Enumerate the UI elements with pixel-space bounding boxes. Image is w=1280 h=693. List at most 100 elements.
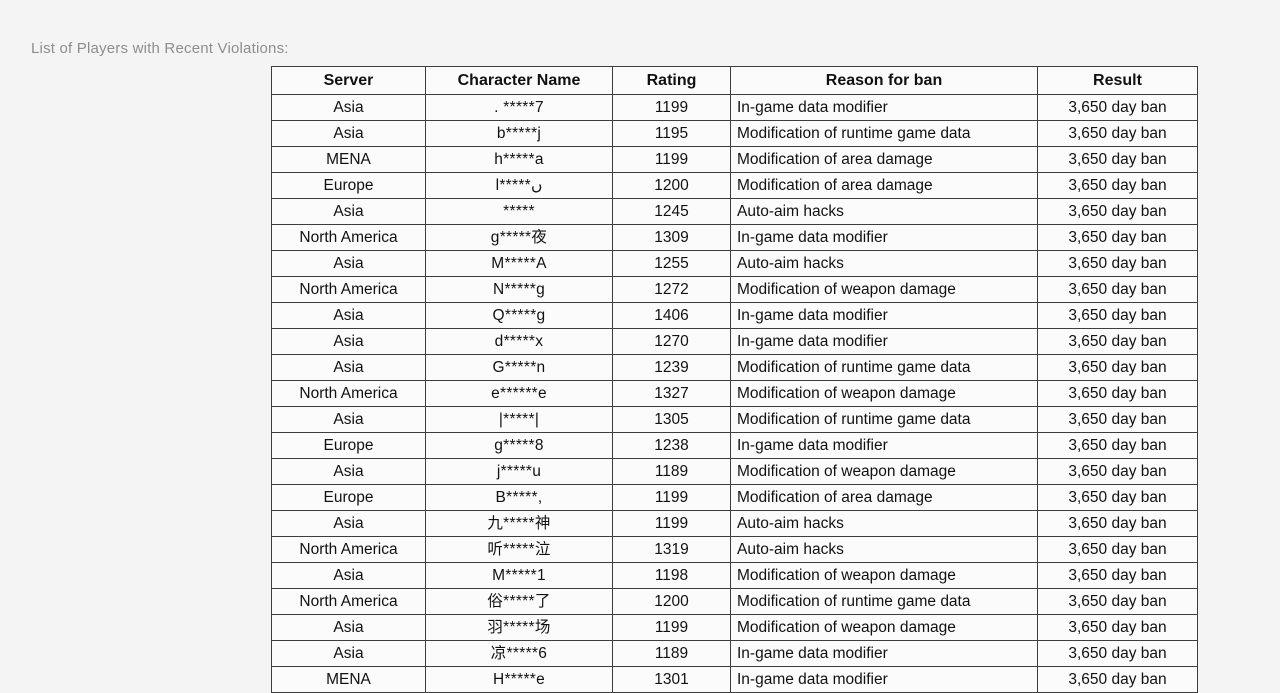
cell-server: Europe [271,432,426,459]
cell-name: g*****夜 [425,224,613,251]
cell-name: G*****n [425,354,613,381]
cell-reason: Auto-aim hacks [730,510,1038,537]
table-row[interactable]: North America g*****夜 1309 In-game data mod… [271,224,1198,251]
table-row[interactable]: Asia d*****x 1270 In-game data modifier 3,65… [271,328,1198,355]
cell-reason: Modification of weapon damage [730,380,1038,407]
cell-server: Europe [271,172,426,199]
table-row[interactable]: Europe g*****8 1238 In-game data modifier 3,… [271,432,1198,459]
table-row[interactable]: North America e******e 1327 Modification of… [271,380,1198,407]
cell-result: 3,650 day ban [1037,458,1198,485]
table-row[interactable]: Asia. *****7 1199 In-game data modifier 3,6… [271,94,1198,121]
column-header-reason[interactable]: Reason for ban [730,66,1038,95]
cell-rating: 1200 [612,172,731,199]
table-row[interactable]: Europe l*****ں 1200 Modification of area da… [271,172,1198,199]
table-row[interactable]: Asia ***** 1245 Auto-aim hacks 3,650 day ban [271,198,1198,225]
cell-reason: In-game data modifier [730,432,1038,459]
cell-server: Asia [271,510,426,537]
table-row[interactable]: Asia G*****n 1239 Modification of runtime g… [271,354,1198,381]
cell-server: Asia [271,250,426,277]
cell-name: h*****a [425,146,613,173]
cell-name: 九*****神 [425,510,613,537]
cell-name: B*****, [425,484,613,511]
cell-name: N*****g [425,276,613,303]
cell-reason: In-game data modifier [730,328,1038,355]
cell-name: Q*****g [425,302,613,329]
cell-result: 3,650 day ban [1037,94,1198,121]
cell-result: 3,650 day ban [1037,432,1198,459]
cell-rating: 1406 [612,302,731,329]
cell-result: 3,650 day ban [1037,588,1198,615]
table-row[interactable]: Asia b*****j 1195 Modification of runtime g… [271,120,1198,147]
table-row[interactable]: North America 俗*****了 1200 Modification of … [271,588,1198,615]
cell-result: 3,650 day ban [1037,224,1198,251]
cell-result: 3,650 day ban [1037,120,1198,147]
cell-rating: 1199 [612,484,731,511]
cell-server: North America [271,536,426,563]
cell-rating: 1198 [612,562,731,589]
table-row[interactable]: Asia 羽*****场 1199 Modification of weapon da… [271,614,1198,641]
cell-name: H*****e [425,666,613,693]
cell-name: |*****| [425,406,613,433]
cell-name: M*****1 [425,562,613,589]
cell-reason: Modification of area damage [730,146,1038,173]
table-row[interactable]: Europe B*****, 1199 Modification of area da… [271,484,1198,511]
cell-result: 3,650 day ban [1037,146,1198,173]
cell-rating: 1255 [612,250,731,277]
table-row[interactable]: Asia 九*****神 1199 Auto-aim hacks 3,650 day b… [271,510,1198,537]
cell-name: d*****x [425,328,613,355]
cell-result: 3,650 day ban [1037,328,1198,355]
cell-result: 3,650 day ban [1037,406,1198,433]
column-header-name[interactable]: Character Name [425,66,613,95]
cell-server: North America [271,224,426,251]
cell-result: 3,650 day ban [1037,302,1198,329]
cell-rating: 1189 [612,458,731,485]
cell-reason: Modification of area damage [730,172,1038,199]
cell-reason: Auto-aim hacks [730,250,1038,277]
cell-name: M*****A [425,250,613,277]
cell-rating: 1238 [612,432,731,459]
table-row[interactable]: MENA H*****e 1301 In-game data modifier 3,65… [271,666,1198,693]
cell-name: j*****u [425,458,613,485]
cell-rating: 1319 [612,536,731,563]
cell-reason: Modification of weapon damage [730,614,1038,641]
page-title: List of Players with Recent Violations: [31,40,289,57]
cell-result: 3,650 day ban [1037,250,1198,277]
table-row[interactable]: Asia 凉*****6 1189 In-game data modifier 3,65… [271,640,1198,667]
column-header-server[interactable]: Server [271,66,426,95]
table-row[interactable]: Asia Q*****g 1406 In-game data modifier 3,65… [271,302,1198,329]
table-row[interactable]: Asia |*****| 1305 Modification of runtime g… [271,406,1198,433]
cell-server: Asia [271,198,426,225]
cell-server: Asia [271,458,426,485]
table-row[interactable]: Asia M*****A 1255 Auto-aim hacks 3,650 day b… [271,250,1198,277]
table-header: Server Character Name Rating Reason for ban… [271,66,1198,95]
cell-reason: In-game data modifier [730,666,1038,693]
cell-server: Asia [271,640,426,667]
page-root: List of Players with Recent Violations: … [0,0,1280,693]
column-header-result[interactable]: Result [1037,66,1198,95]
table-row[interactable]: Asia M*****1 1198 Modification of weapon da… [271,562,1198,589]
cell-rating: 1199 [612,614,731,641]
table-row[interactable]: Asia j*****u 1189 Modification of weapon da… [271,458,1198,485]
table-row[interactable]: North America 听*****泣 1319 Auto-aim hacks 3,… [271,536,1198,563]
table-row[interactable]: North America N*****g 1272 Modification of … [271,276,1198,303]
cell-server: Europe [271,484,426,511]
cell-name: e******e [425,380,613,407]
cell-server: MENA [271,146,426,173]
cell-rating: 1270 [612,328,731,355]
cell-server: Asia [271,120,426,147]
cell-rating: 1309 [612,224,731,251]
table-body: Asia. *****7 1199 In-game data modifier 3,6… [271,94,1198,693]
cell-server: Asia [271,94,426,121]
cell-result: 3,650 day ban [1037,172,1198,199]
cell-result: 3,650 day ban [1037,276,1198,303]
cell-server: North America [271,276,426,303]
cell-name: l*****ں [425,172,613,199]
cell-result: 3,650 day ban [1037,484,1198,511]
cell-result: 3,650 day ban [1037,666,1198,693]
cell-rating: 1301 [612,666,731,693]
column-header-rating[interactable]: Rating [612,66,731,95]
cell-reason: In-game data modifier [730,302,1038,329]
cell-name: . *****7 [425,94,613,121]
table-row[interactable]: MENA h*****a 1199 Modification of area dama… [271,146,1198,173]
cell-server: North America [271,380,426,407]
